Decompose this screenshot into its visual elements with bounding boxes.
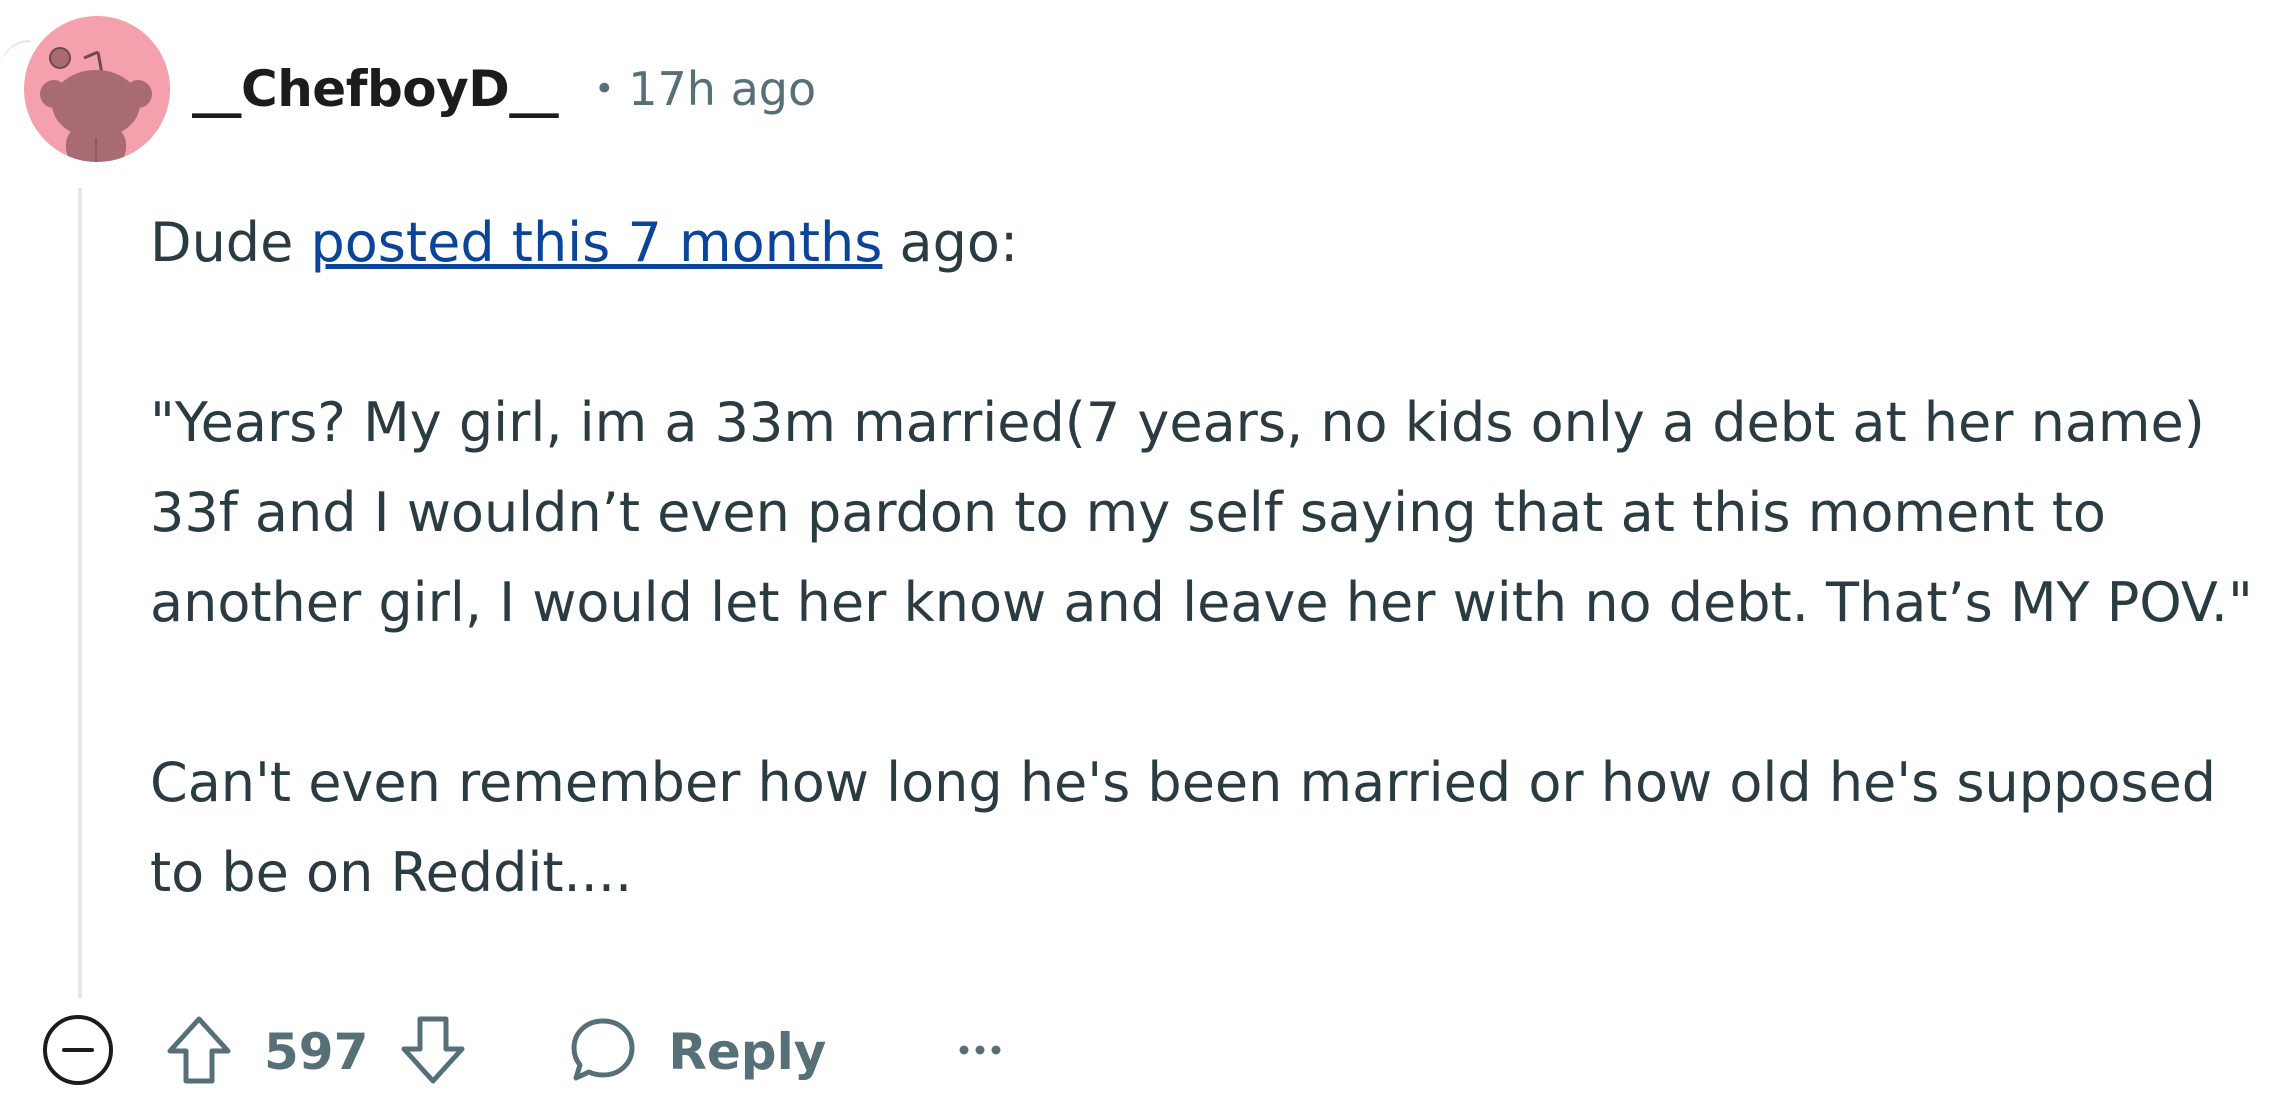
comment-header: __ChefboyD__ • 17h ago (24, 16, 816, 162)
downvote-arrow-icon (398, 1013, 468, 1091)
comment-paragraph-quote: "Years? My girl, im a 33m married(7 year… (150, 391, 2253, 634)
upvote-button[interactable] (164, 1013, 234, 1091)
more-options-button[interactable] (956, 1040, 1004, 1064)
comment-link[interactable]: posted this 7 months (310, 211, 882, 274)
more-options-icon (956, 1040, 1004, 1064)
downvote-button[interactable] (398, 1013, 468, 1091)
speech-bubble-icon (568, 1015, 638, 1089)
thread-line[interactable] (78, 188, 82, 998)
meta-separator: • (594, 69, 615, 109)
comment-author[interactable]: __ChefboyD__ (192, 60, 559, 118)
vote-group: 597 (164, 1013, 468, 1091)
snoo-avatar-icon[interactable] (24, 16, 170, 162)
reply-button[interactable]: Reply (568, 1015, 826, 1089)
comment-paragraph-closing: Can't even remember how long he's been m… (150, 751, 2217, 904)
collapse-button[interactable] (40, 1012, 116, 1092)
comment-paragraph-intro: Dude posted this 7 months ago: (150, 198, 2270, 288)
reply-label: Reply (668, 1023, 827, 1081)
comment-action-bar: 597 Reply (40, 1006, 1004, 1098)
upvote-arrow-icon (164, 1013, 234, 1091)
comment-timestamp[interactable]: 17h ago (628, 62, 816, 116)
collapse-minus-icon (40, 1012, 116, 1092)
comment-body: Dude posted this 7 months ago: "Years? M… (150, 198, 2270, 918)
vote-score: 597 (264, 1023, 369, 1081)
intro-suffix: ago: (882, 211, 1019, 274)
intro-prefix: Dude (150, 211, 311, 274)
